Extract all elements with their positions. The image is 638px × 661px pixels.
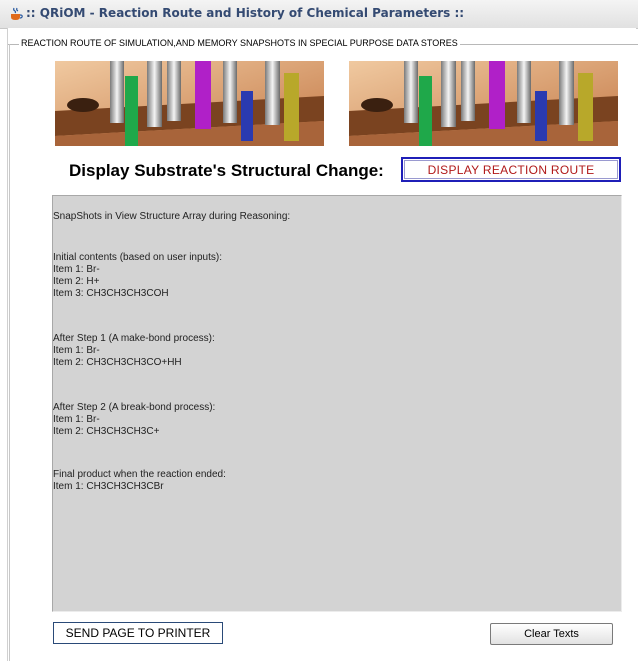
display-reaction-route-button[interactable]: DISPLAY REACTION ROUTE [401, 157, 621, 182]
snapshot-item: Item 1: Br- [53, 345, 100, 356]
title-bar[interactable]: :: QRiOM - Reaction Route and History of… [0, 0, 638, 29]
snapshot-header: SnapShots in View Structure Array during… [53, 211, 291, 222]
snapshot-item: Item 1: Br- [53, 414, 100, 425]
test-tube-rack-image [349, 61, 618, 146]
section-title: Final product when the reaction ended: [53, 469, 226, 480]
java-cup-icon [11, 7, 23, 20]
snapshot-item: Item 2: CH3CH3CH3CO+HH [53, 357, 182, 368]
section-title: After Step 1 (A make-bond process): [53, 333, 215, 344]
group-border-left [9, 44, 10, 661]
snapshot-item: Item 2: CH3CH3CH3C+ [53, 426, 160, 437]
snapshot-text-area[interactable]: SnapShots in View Structure Array during… [52, 195, 622, 612]
window-title: :: QRiOM - Reaction Route and History of… [26, 6, 465, 20]
test-tube-rack-image [55, 61, 324, 146]
clear-texts-button[interactable]: Clear Texts [490, 623, 613, 645]
snapshot-item: Item 1: Br- [53, 264, 100, 275]
snapshot-item: Item 1: CH3CH3CH3CBr [53, 481, 164, 492]
send-page-to-printer-button[interactable]: SEND PAGE TO PRINTER [53, 622, 223, 644]
display-reaction-route-label: DISPLAY REACTION ROUTE [404, 160, 618, 179]
snapshot-item: Item 3: CH3CH3CH3COH [53, 288, 169, 299]
snapshot-item: Item 2: H+ [53, 276, 100, 287]
section-title: After Step 2 (A break-bond process): [53, 402, 216, 413]
group-title: REACTION ROUTE OF SIMULATION,AND MEMORY … [19, 38, 460, 48]
section-title: Initial contents (based on user inputs): [53, 252, 222, 263]
display-heading: Display Substrate's Structural Change: [69, 161, 384, 180]
